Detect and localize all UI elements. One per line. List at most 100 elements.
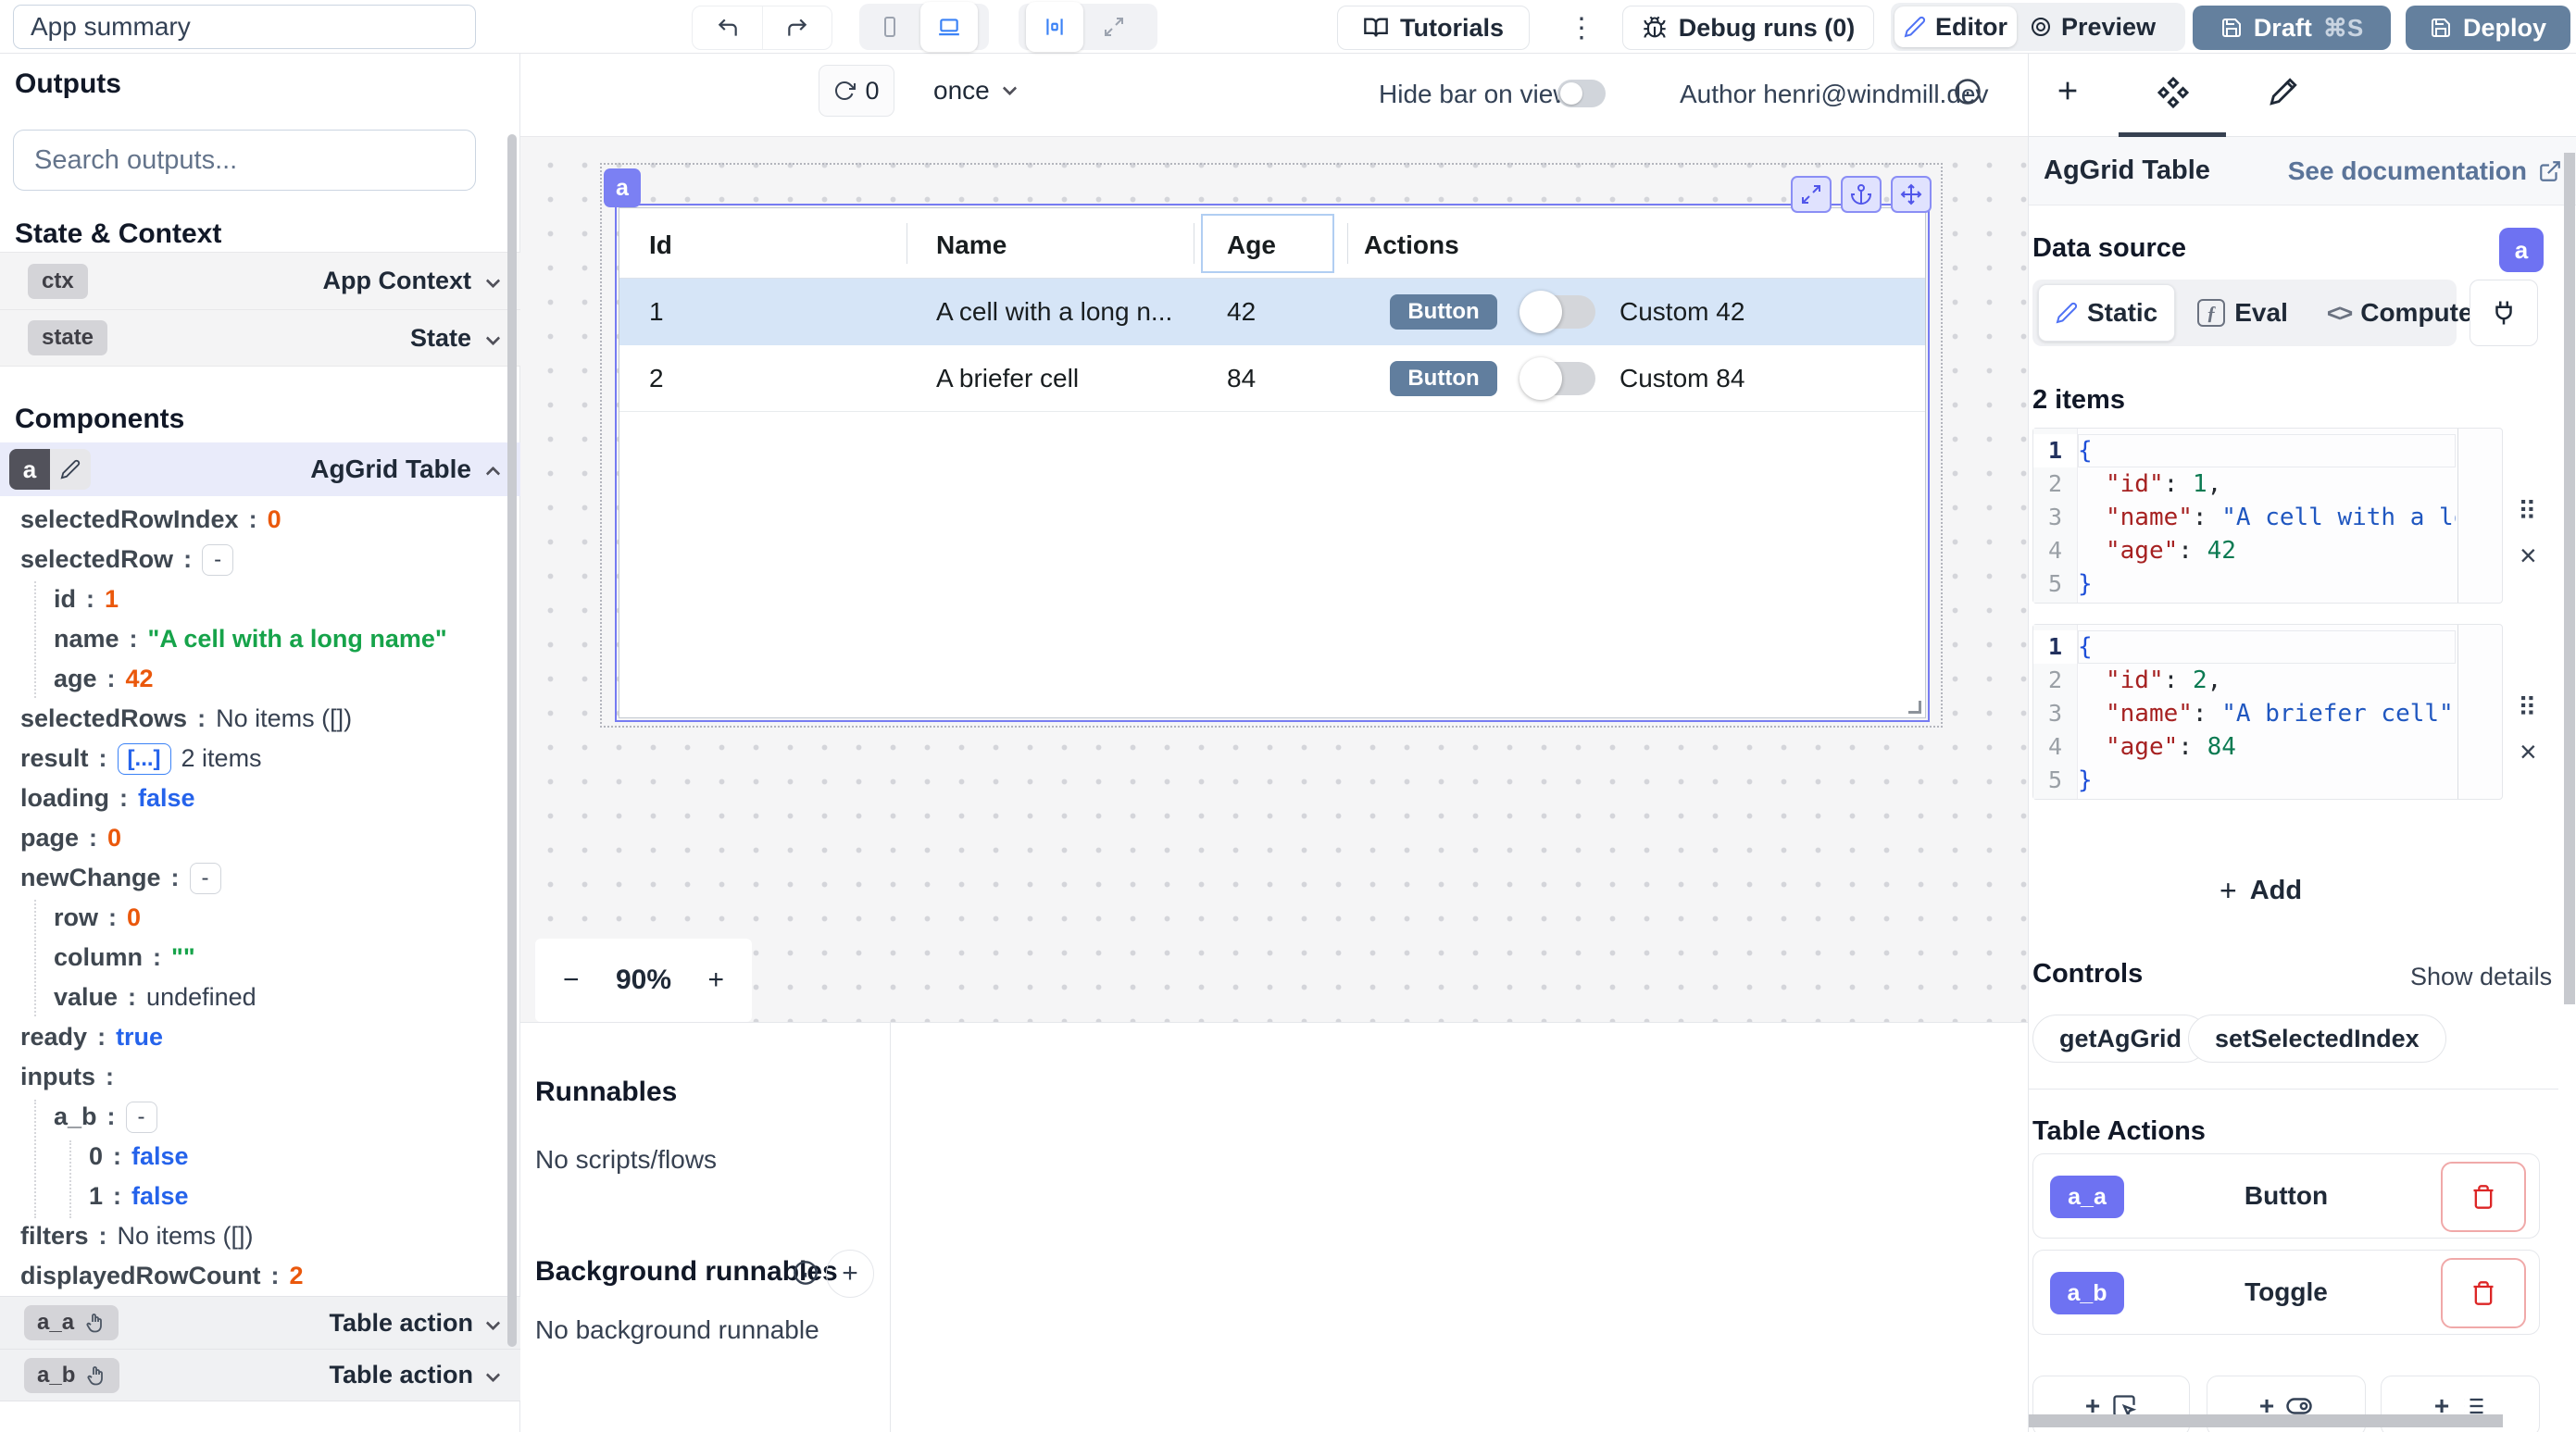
state-context-title: State & Context (15, 218, 221, 250)
drag-handle-icon[interactable]: ⠿ (2518, 692, 2537, 723)
info-icon (793, 1260, 819, 1286)
undo-button[interactable] (693, 6, 762, 49)
mode-compute[interactable]: <> Compute (2310, 284, 2490, 342)
runnables-panel: Runnables No scripts/flows Background ru… (520, 1023, 2028, 1432)
line-numbers: 1 2 3 4 5 (2033, 429, 2078, 603)
code-content: { "id": 1, "name": "A cell with a long "… (2078, 434, 2456, 601)
editor-preview-toggle: Editor Preview (1891, 3, 2185, 51)
drag-handle-icon[interactable]: ⠿ (2518, 496, 2537, 527)
table-row-2[interactable]: 2 A briefer cell 84 Button Custom 84 (619, 345, 1925, 412)
sidebar-scrollbar[interactable] (507, 134, 517, 1347)
hide-bar-toggle[interactable] (1557, 80, 1606, 107)
delete-item-button[interactable]: × (2520, 539, 2537, 573)
tab-styling[interactable] (2268, 76, 2299, 107)
output-row: displayedRowCount:2 (0, 1256, 506, 1296)
mode-static[interactable]: Static (2038, 284, 2175, 342)
draft-button[interactable]: Draft ⌘S (2193, 6, 2391, 50)
chevron-down-icon (1002, 81, 1017, 95)
see-documentation-link[interactable]: See documentation (2288, 156, 2562, 186)
table-action-row-a_a[interactable]: a_a Table action (0, 1296, 520, 1349)
vertical-scrollbar[interactable] (2564, 153, 2575, 1004)
code-icon: <> (2327, 299, 2351, 328)
show-details-link[interactable]: Show details (2410, 963, 2552, 991)
component-a-header[interactable]: a AgGrid Table (0, 442, 520, 496)
action-id-badge: a_b (2050, 1272, 2124, 1314)
rename-component-button[interactable] (50, 449, 91, 490)
app-summary-input[interactable] (13, 5, 476, 49)
connect-data-button[interactable] (2470, 280, 2538, 346)
delete-action-button[interactable] (2441, 1258, 2526, 1328)
horizontal-scrollbar[interactable] (2029, 1414, 2503, 1427)
row-toggle[interactable] (1521, 295, 1595, 329)
anchor-component-button[interactable] (1841, 176, 1882, 213)
delete-item-button[interactable]: × (2520, 735, 2537, 769)
table-action-card-a_b[interactable]: Toggle a_b (2032, 1250, 2540, 1335)
output-row: row:0 (0, 898, 506, 938)
mobile-view-button[interactable] (867, 16, 913, 38)
resize-handle[interactable] (1908, 701, 1921, 714)
settings-component-title: AgGrid Table (2044, 156, 2210, 186)
zoom-in-button[interactable]: + (707, 965, 724, 996)
more-menu-button[interactable]: ⋮ (1563, 6, 1600, 50)
deploy-button[interactable]: Deploy (2406, 6, 2570, 50)
row-action-button[interactable]: Button (1390, 361, 1497, 396)
table-row-1[interactable]: 1 A cell with a long n... 42 Button Cust… (619, 279, 1925, 345)
top-toolbar: Tutorials ⋮ Debug runs (0) Editor Previe… (0, 0, 2576, 54)
json-editor-item-1[interactable]: 1 2 3 4 5 { "id": 1, "name": "A cell wit… (2032, 428, 2503, 604)
state-row[interactable]: state State (0, 309, 520, 367)
refresh-button[interactable]: 0 (819, 65, 894, 117)
desktop-view-button[interactable] (920, 2, 978, 52)
center-layout-button[interactable] (1026, 2, 1083, 52)
mode-eval[interactable]: ƒ Eval (2181, 284, 2305, 342)
move-component-button[interactable] (1891, 176, 1932, 213)
zoom-out-button[interactable]: − (563, 965, 580, 996)
settings-header: AgGrid Table See documentation (2029, 137, 2576, 205)
row-action-button[interactable]: Button (1390, 294, 1497, 330)
table-action-card-a_a[interactable]: Button a_a (2032, 1153, 2540, 1239)
component-tag[interactable]: a (604, 168, 641, 207)
run-frequency-dropdown[interactable]: once (933, 65, 1015, 117)
expand-array-chip[interactable]: [...] (118, 743, 171, 775)
json-editor-item-2[interactable]: 1 2 3 4 5 { "id": 2, "name": "A briefer … (2032, 624, 2503, 800)
outputs-title: Outputs (15, 68, 121, 100)
expand-component-button[interactable] (1791, 176, 1832, 213)
line-numbers: 1 2 3 4 5 (2033, 625, 2078, 799)
column-separator[interactable] (1347, 223, 1348, 264)
action-id-badge: a_b (24, 1358, 119, 1393)
debug-runs-button[interactable]: Debug runs (0) (1622, 6, 1874, 50)
editor-tab[interactable]: Editor (1894, 6, 2017, 47)
chevron-down-icon (486, 330, 501, 345)
table-action-row-a_b[interactable]: a_b Table action (0, 1349, 520, 1401)
column-header-name[interactable]: Name (936, 230, 1007, 260)
collapse-chip[interactable]: - (202, 544, 233, 576)
aggrid-table-component[interactable]: Id Name Age Actions 1 A cell with a long… (619, 207, 1926, 718)
collapse-chip[interactable]: - (190, 863, 221, 894)
code-content: { "id": 2, "name": "A briefer cell", "ag… (2078, 630, 2456, 797)
redo-icon (785, 16, 809, 40)
components-title: Components (15, 404, 184, 435)
deploy-label: Deploy (2463, 14, 2546, 43)
control-setSelectedIndex-button[interactable]: setSelectedIndex (2188, 1015, 2446, 1063)
add-item-button[interactable]: + Add (2220, 874, 2302, 908)
runnables-title: Runnables (535, 1077, 677, 1108)
output-row: result:[...]2 items (0, 739, 506, 778)
search-outputs-input[interactable] (13, 130, 476, 191)
delete-action-button[interactable] (2441, 1162, 2526, 1232)
row-toggle[interactable] (1521, 362, 1595, 395)
pencil-icon (1904, 16, 1926, 38)
tab-component-settings[interactable] (2157, 76, 2190, 109)
redo-button[interactable] (762, 6, 832, 49)
preview-tab[interactable]: Preview (2030, 6, 2156, 47)
component-type-label: AgGrid Table (310, 455, 471, 484)
control-getAgGrid-button[interactable]: getAgGrid (2032, 1015, 2208, 1063)
fullwidth-layout-button[interactable] (1091, 16, 1137, 38)
output-row: inputs: (0, 1057, 506, 1097)
add-background-runnable-button[interactable]: + (826, 1250, 874, 1298)
ctx-row[interactable]: ctx App Context (0, 252, 520, 309)
column-header-id[interactable]: Id (649, 230, 672, 260)
column-header-age[interactable]: Age (1227, 230, 1276, 260)
tutorials-button[interactable]: Tutorials (1337, 6, 1530, 50)
collapse-chip[interactable]: - (126, 1102, 157, 1133)
tab-insert-component[interactable] (2053, 76, 2082, 106)
column-header-actions[interactable]: Actions (1364, 230, 1459, 260)
